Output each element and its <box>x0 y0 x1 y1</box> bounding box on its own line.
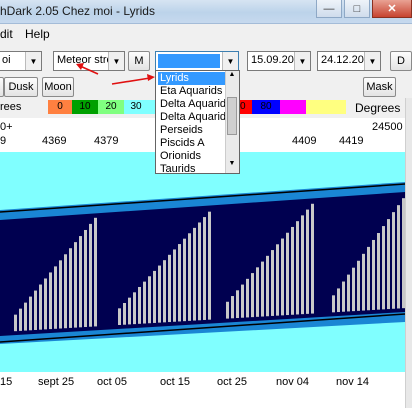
red-arrow-line <box>79 65 99 75</box>
annotation-arrows <box>76 63 155 85</box>
red-arrow-head-icon <box>147 74 155 81</box>
red-arrow-line <box>111 77 151 85</box>
